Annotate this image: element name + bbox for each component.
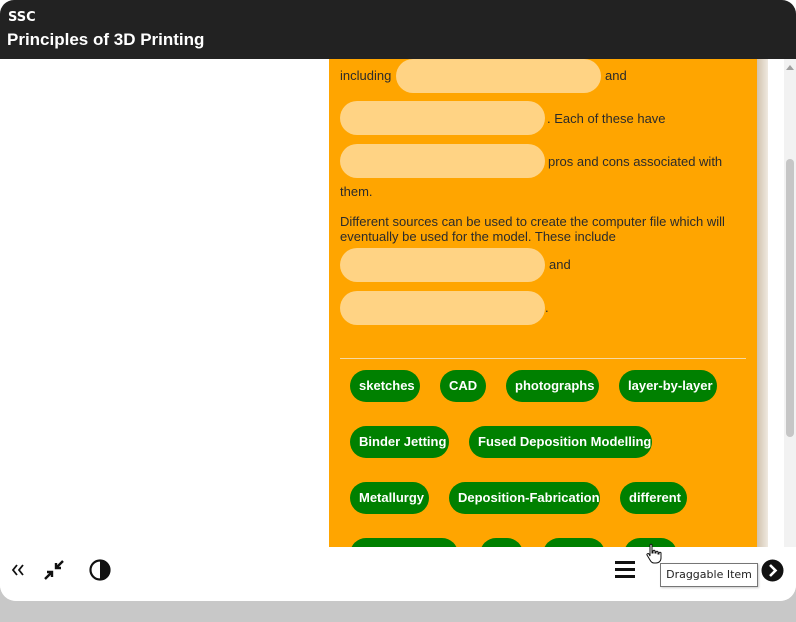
draggable-item[interactable]: photographs <box>506 370 599 402</box>
drop-zone-5[interactable] <box>340 291 545 325</box>
next-arrow-icon[interactable] <box>761 559 784 582</box>
paragraph-sources: Different sources can be used to create … <box>340 214 725 244</box>
text-pros-cons: pros and cons associated with <box>548 154 723 169</box>
tooltip: Draggable Item <box>660 563 758 587</box>
text-them: them. <box>340 184 373 199</box>
double-chevron-left-icon[interactable] <box>11 563 25 577</box>
scrollbar[interactable] <box>784 59 796 547</box>
draggable-item[interactable] <box>480 538 523 547</box>
menu-icon[interactable] <box>614 559 636 581</box>
panel-shadow <box>757 59 768 547</box>
drop-zone-2[interactable] <box>340 101 545 135</box>
org-label: SSC <box>8 10 36 25</box>
draggable-item[interactable]: Deposition-Fabrication <box>449 482 600 514</box>
draggable-item[interactable]: different <box>620 482 687 514</box>
hand-cursor-icon <box>646 543 662 564</box>
activity-panel: including and . Each of these have pros … <box>329 59 757 547</box>
text-and-2: and <box>549 257 571 272</box>
draggable-item[interactable] <box>350 538 458 547</box>
title-bar: SSC Principles of 3D Printing <box>0 0 796 59</box>
course-title: Principles of 3D Printing <box>7 30 205 49</box>
draggable-item[interactable]: CAD <box>440 370 486 402</box>
draggable-item[interactable]: layer-by-layer <box>619 370 717 402</box>
scrollbar-thumb[interactable] <box>786 159 794 437</box>
draggable-item[interactable]: Metallurgy <box>350 482 429 514</box>
draggable-item[interactable]: Binder Jetting <box>350 426 449 458</box>
draggable-item[interactable]: sketches <box>350 370 420 402</box>
collapse-icon[interactable] <box>43 559 65 581</box>
app-window: SSC Principles of 3D Printing including … <box>0 0 796 601</box>
divider <box>340 358 746 359</box>
drop-zone-3[interactable] <box>340 144 545 178</box>
scroll-up-arrow-icon[interactable] <box>786 65 794 70</box>
drop-zone-1[interactable] <box>396 59 601 93</box>
text-and-1: and <box>605 68 627 83</box>
contrast-icon[interactable] <box>88 558 112 582</box>
text-including: including <box>340 68 392 83</box>
text-each-of-these: . Each of these have <box>547 111 666 126</box>
draggable-item[interactable]: Fused Deposition Modelling <box>469 426 652 458</box>
drop-zone-4[interactable] <box>340 248 545 282</box>
text-period: . <box>545 300 549 315</box>
draggable-item[interactable]: models <box>543 538 605 547</box>
